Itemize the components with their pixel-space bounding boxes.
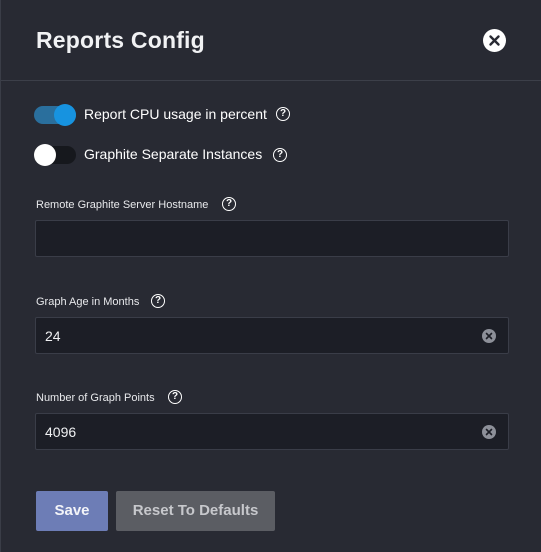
close-button[interactable] xyxy=(483,29,506,52)
help-icon[interactable]: ? xyxy=(222,197,236,211)
separate-instances-label: Graphite Separate Instances xyxy=(84,146,263,162)
separate-instances-toggle[interactable] xyxy=(34,144,76,166)
graphite-host-input[interactable] xyxy=(35,220,509,257)
save-button[interactable]: Save xyxy=(36,491,108,531)
help-icon[interactable]: ? xyxy=(168,390,182,404)
help-icon[interactable]: ? xyxy=(151,294,165,308)
dialog-title: Reports Config xyxy=(36,27,205,53)
graph-points-value: 4096 xyxy=(45,424,77,440)
close-icon xyxy=(489,35,500,46)
cpu-percent-label: Report CPU usage in percent xyxy=(84,106,267,122)
reset-to-defaults-button[interactable]: Reset To Defaults xyxy=(116,491,275,531)
graph-age-input[interactable]: 24 xyxy=(35,317,509,354)
help-icon[interactable]: ? xyxy=(273,148,287,162)
clear-icon[interactable] xyxy=(482,329,496,343)
graph-points-input[interactable]: 4096 xyxy=(35,413,509,450)
toggle-knob xyxy=(54,104,76,126)
dialog-header: Reports Config xyxy=(1,0,541,81)
clear-icon[interactable] xyxy=(482,425,496,439)
graph-age-label: Graph Age in Months xyxy=(36,296,140,308)
toggle-knob xyxy=(34,144,56,166)
help-icon[interactable]: ? xyxy=(276,107,290,121)
reports-config-dialog: Reports Config Report CPU usage in perce… xyxy=(0,0,541,552)
graph-age-value: 24 xyxy=(45,328,61,344)
graph-points-label: Number of Graph Points xyxy=(36,392,155,404)
graphite-host-label: Remote Graphite Server Hostname xyxy=(36,199,209,211)
cpu-percent-toggle[interactable] xyxy=(34,104,76,126)
